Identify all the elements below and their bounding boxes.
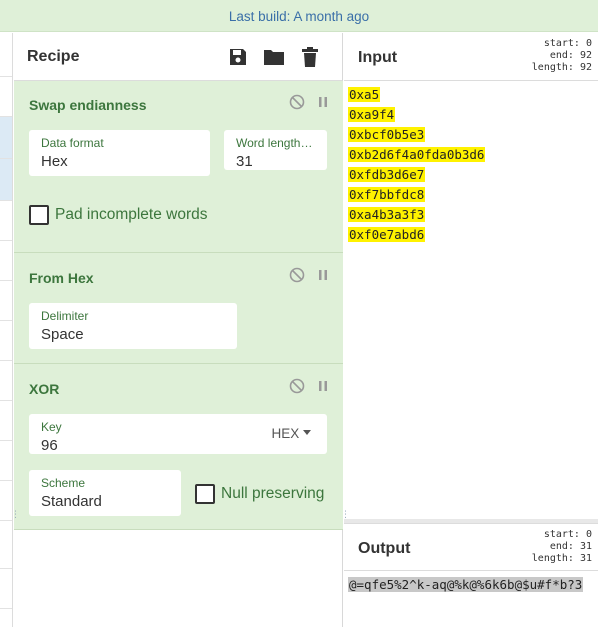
word-length-field[interactable]: Word length (bytes) 31 — [224, 130, 327, 170]
input-stats: start: 0 end: 92 length: 92 — [532, 38, 592, 74]
list-item[interactable] — [0, 33, 12, 77]
folder-icon[interactable] — [262, 45, 286, 69]
input-title: Input — [358, 49, 398, 66]
input-line: 0xbcf0b5e3 — [348, 127, 426, 142]
list-item[interactable] — [0, 117, 12, 159]
pad-incomplete-words-checkbox[interactable]: Pad incomplete words — [29, 205, 208, 225]
list-item[interactable] — [0, 77, 12, 117]
output-start: start: 0 — [543, 529, 592, 540]
recipe-panel: Recipe Swap endianness Data format Hex W… — [11, 33, 343, 627]
list-item[interactable] — [0, 281, 12, 321]
pause-icon[interactable] — [317, 379, 329, 398]
op-title-xor: XOR — [29, 381, 60, 397]
input-line: 0xf7bbfdc8 — [348, 187, 426, 202]
null-preserving-checkbox[interactable]: Null preserving — [195, 484, 324, 504]
operations-list-strip[interactable] — [0, 33, 13, 627]
list-item[interactable] — [0, 361, 12, 401]
key-type-dropdown[interactable]: HEX — [271, 426, 311, 441]
output-stats: start: 0 end: 31 length: 31 — [532, 529, 592, 565]
key-field[interactable]: Key 96 HEX — [29, 414, 327, 454]
word-length-value: 31 — [236, 153, 253, 170]
op-swap-endianness: Swap endianness Data format Hex Word len… — [14, 81, 343, 253]
null-preserving-label: Null preserving — [221, 485, 325, 502]
data-format-select[interactable]: Data format Hex — [29, 130, 210, 176]
list-item[interactable] — [0, 201, 12, 241]
resize-grip-icon[interactable]: ⋮ — [11, 509, 20, 520]
input-length: length: 92 — [531, 62, 592, 73]
input-line: 0xa4b3a3f3 — [348, 207, 426, 222]
list-item[interactable] — [0, 401, 12, 441]
list-item[interactable] — [0, 441, 12, 481]
output-title: Output — [358, 540, 411, 557]
scheme-label: Scheme — [41, 476, 86, 490]
list-item[interactable] — [0, 321, 12, 361]
disable-icon[interactable] — [289, 378, 305, 399]
op-xor: XOR Key 96 HEX Scheme Standard Null pres… — [14, 364, 343, 530]
op-title-from-hex: From Hex — [29, 270, 94, 286]
last-build-text: Last build: A month ago — [228, 9, 370, 24]
input-start: start: 0 — [543, 38, 592, 49]
pause-icon[interactable] — [317, 95, 329, 114]
input-line: 0xa5 — [348, 87, 381, 102]
checkbox-box[interactable] — [29, 205, 49, 225]
delimiter-select[interactable]: Delimiter Space — [29, 303, 237, 349]
list-item[interactable] — [0, 569, 12, 609]
data-format-value: Hex — [41, 153, 68, 170]
list-item[interactable] — [0, 241, 12, 281]
input-line: 0xfdb3d6e7 — [348, 167, 426, 182]
disable-icon[interactable] — [289, 267, 305, 288]
list-item[interactable] — [0, 521, 12, 569]
input-line: 0xa9f4 — [348, 107, 396, 122]
last-build-banner: Last build: A month ago — [0, 0, 598, 32]
scheme-value: Standard — [41, 493, 102, 510]
output-end: end: 31 — [549, 541, 592, 552]
input-end: end: 92 — [549, 50, 592, 61]
input-textarea[interactable]: 0xa5 0xa9f4 0xbcf0b5e3 0xb2d6f4a0fda0b3d… — [348, 85, 486, 245]
disable-icon[interactable] — [289, 94, 305, 115]
delimiter-label: Delimiter — [41, 309, 89, 323]
resize-grip-icon[interactable]: ⋮ — [341, 509, 350, 520]
list-item[interactable] — [0, 159, 12, 201]
pad-incomplete-words-label: Pad incomplete words — [55, 206, 208, 223]
op-from-hex: From Hex Delimiter Space — [14, 253, 343, 364]
key-type-value: HEX — [271, 426, 300, 441]
delimiter-value: Space — [41, 326, 84, 343]
output-value: @=qfe5%2^k-aq@%k@%6k6b@$u#f*b?3 — [348, 577, 584, 592]
output-textarea[interactable]: @=qfe5%2^k-aq@%k@%6k6b@$u#f*b?3 — [348, 575, 584, 595]
io-panel: Input start: 0 end: 92 length: 92 0xa5 0… — [341, 33, 598, 627]
op-title-swap-endianness: Swap endianness — [29, 97, 147, 113]
input-line: 0xb2d6f4a0fda0b3d6 — [348, 147, 486, 162]
save-icon[interactable] — [226, 45, 250, 69]
output-header: Output start: 0 end: 31 length: 31 — [344, 523, 598, 571]
data-format-label: Data format — [41, 136, 104, 150]
output-length: length: 31 — [531, 553, 592, 564]
trash-icon[interactable] — [298, 45, 322, 69]
input-header: Input start: 0 end: 92 length: 92 — [344, 33, 598, 81]
scheme-select[interactable]: Scheme Standard — [29, 470, 181, 516]
word-length-label: Word length (bytes) — [236, 136, 315, 150]
input-line: 0xf0e7abd6 — [348, 227, 426, 242]
recipe-header: Recipe — [14, 33, 342, 81]
pause-icon[interactable] — [317, 268, 329, 287]
checkbox-box[interactable] — [195, 484, 215, 504]
recipe-title: Recipe — [27, 47, 80, 65]
caret-down-icon — [303, 430, 311, 435]
